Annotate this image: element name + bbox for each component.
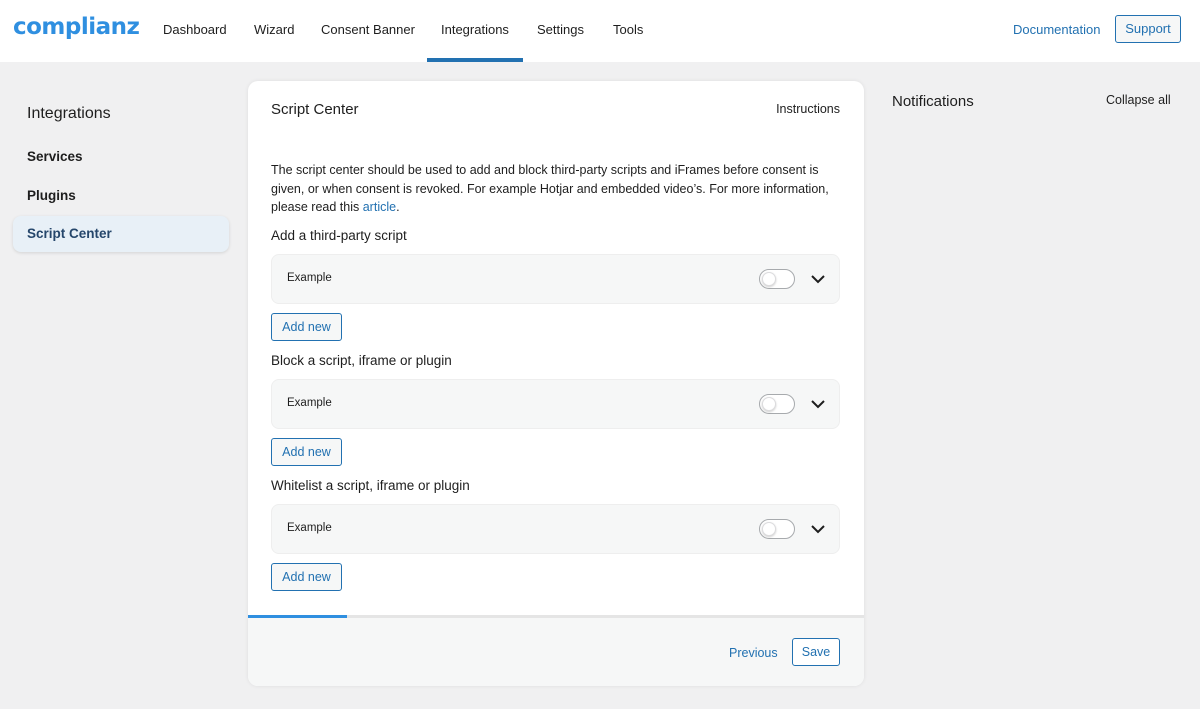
- article-link[interactable]: article: [363, 200, 396, 214]
- intro-body: The script center should be used to add …: [271, 163, 829, 214]
- intro-text: The script center should be used to add …: [271, 161, 841, 217]
- card-title: Script Center: [271, 101, 359, 118]
- top-bar: complianz Dashboard Wizard Consent Banne…: [0, 0, 1200, 62]
- nav-settings[interactable]: Settings: [537, 0, 584, 62]
- script-panel-block[interactable]: Example: [271, 379, 840, 429]
- add-new-script-button[interactable]: Add new: [271, 313, 342, 341]
- instructions-link[interactable]: Instructions: [776, 102, 840, 116]
- script-panel-add[interactable]: Example: [271, 254, 840, 304]
- nav-consent-banner[interactable]: Consent Banner: [321, 0, 415, 62]
- section-label-add-script: Add a third-party script: [271, 228, 407, 243]
- script-center-card: Script Center Instructions The script ce…: [248, 81, 864, 686]
- panel-label: Example: [287, 522, 332, 534]
- toggle-knob: [762, 272, 776, 286]
- notifications-title: Notifications: [892, 93, 974, 110]
- nav-dashboard[interactable]: Dashboard: [163, 0, 227, 62]
- script-panel-whitelist[interactable]: Example: [271, 504, 840, 554]
- panel-label: Example: [287, 397, 332, 409]
- complianz-logo[interactable]: complianz: [13, 14, 140, 40]
- panel-label: Example: [287, 272, 332, 284]
- enable-toggle[interactable]: [759, 394, 795, 414]
- nav-wizard[interactable]: Wizard: [254, 0, 294, 62]
- chevron-down-icon[interactable]: [809, 395, 827, 413]
- sidebar-item-script-center[interactable]: Script Center: [13, 216, 229, 252]
- collapse-all-button[interactable]: Collapse all: [1106, 93, 1171, 107]
- enable-toggle[interactable]: [759, 269, 795, 289]
- support-button[interactable]: Support: [1115, 15, 1181, 43]
- enable-toggle[interactable]: [759, 519, 795, 539]
- sidebar-item-plugins[interactable]: Plugins: [13, 178, 229, 214]
- nav-integrations[interactable]: Integrations: [427, 0, 523, 62]
- card-footer: Previous Save: [248, 618, 864, 686]
- add-new-whitelist-button[interactable]: Add new: [271, 563, 342, 591]
- nav-tools[interactable]: Tools: [613, 0, 643, 62]
- toggle-knob: [762, 397, 776, 411]
- documentation-link[interactable]: Documentation: [1013, 22, 1100, 37]
- section-label-block-script: Block a script, iframe or plugin: [271, 353, 452, 368]
- intro-end: .: [396, 200, 400, 214]
- chevron-down-icon[interactable]: [809, 520, 827, 538]
- chevron-down-icon[interactable]: [809, 270, 827, 288]
- toggle-knob: [762, 522, 776, 536]
- previous-button[interactable]: Previous: [729, 646, 778, 660]
- sidebar-item-services[interactable]: Services: [13, 139, 229, 175]
- section-label-whitelist-script: Whitelist a script, iframe or plugin: [271, 478, 470, 493]
- add-new-block-button[interactable]: Add new: [271, 438, 342, 466]
- sidebar-title: Integrations: [27, 105, 111, 122]
- save-button[interactable]: Save: [792, 638, 840, 666]
